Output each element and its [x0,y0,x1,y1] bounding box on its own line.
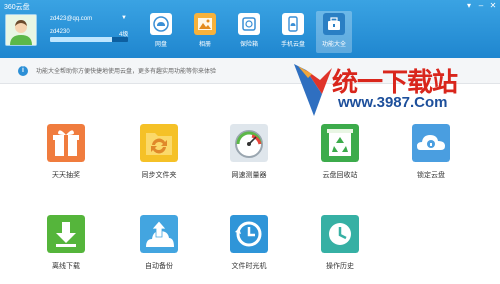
nav-label: 保险箱 [239,42,258,48]
tile-label: 操作历史 [326,263,354,270]
tile-label: 文件时光机 [231,263,267,270]
safe-icon [238,13,260,35]
info-text: 功能大全帮助你方便快捷地使用云盘，更多有趣实用功能等你来体验 [36,69,217,75]
sync-folder-icon [140,124,178,162]
quota-bar [50,37,128,42]
recycle-icon [321,124,359,162]
time-machine-icon [230,215,268,253]
tile-label: 同步文件夹 [141,172,177,179]
tile-offline-download[interactable]: 离线下载 [34,215,98,284]
mobile-cloud-icon [282,13,304,35]
tile-daily-lottery[interactable]: 天天抽奖 [34,124,98,194]
tile-auto-backup[interactable]: 自动备份 [127,215,191,284]
tile-sync-folder[interactable]: 同步文件夹 [127,124,191,194]
tile-label: 离线下载 [52,263,80,270]
tile-lock-disk[interactable]: 锁定云盘 [399,124,463,194]
menu-dropdown-button[interactable]: ▾ [464,1,474,10]
tile-recycle-bin[interactable]: 云盘回收站 [308,124,372,194]
photo-icon [194,13,216,35]
minimize-button[interactable]: – [476,1,486,10]
nav-label: 相册 [198,42,211,48]
user-id: zd4230 [50,29,70,35]
user-email[interactable]: zd423@qq.com [50,16,92,22]
tile-time-machine[interactable]: 文件时光机 [217,215,281,284]
close-button[interactable]: ✕ [488,1,498,10]
nav-mobile-disk[interactable]: 手机云盘 [275,11,311,53]
watermark-url: www.3987.Com [338,94,448,111]
nav-netdisk[interactable]: 网盘 [143,11,179,53]
toolbox-icon [323,13,345,35]
tile-label: 天天抽奖 [52,172,80,179]
nav-all-features[interactable]: 功能大全 [316,11,352,53]
watermark-logo: 统一下载站 www.3987.Com [292,60,472,122]
account-dropdown-icon[interactable]: ▼ [121,15,127,21]
avatar[interactable] [5,14,37,46]
backup-icon [140,215,178,253]
nav-label: 功能大全 [321,42,346,48]
nav-label: 手机云盘 [280,42,305,48]
tile-label: 网速测量器 [231,172,267,179]
quota-fill [50,37,113,42]
download-icon [47,215,85,253]
window-controls: ▾ – ✕ [464,1,498,10]
nav-label: 网盘 [154,42,167,48]
tile-label: 自动备份 [145,263,173,270]
nav-album[interactable]: 相册 [187,11,223,53]
info-icon: i [18,66,28,76]
cloud-icon [150,13,172,35]
tile-label: 云盘回收站 [322,172,358,179]
tile-label: 锁定云盘 [417,172,445,179]
gift-icon [47,124,85,162]
nav-safe[interactable]: 保险箱 [231,11,267,53]
tile-speed-test[interactable]: 网速测量器 [217,124,281,194]
avatar-person-icon [6,15,36,45]
header: 360云盘 ▾ – ✕ zd423@qq.com ▼ zd4230 4级 网盘 … [0,0,500,58]
app-title: 360云盘 [4,4,30,11]
lock-cloud-icon [412,124,450,162]
tile-operation-history[interactable]: 操作历史 [308,215,372,284]
watermark-v-icon [294,64,332,116]
speedometer-icon [230,124,268,162]
history-icon [321,215,359,253]
